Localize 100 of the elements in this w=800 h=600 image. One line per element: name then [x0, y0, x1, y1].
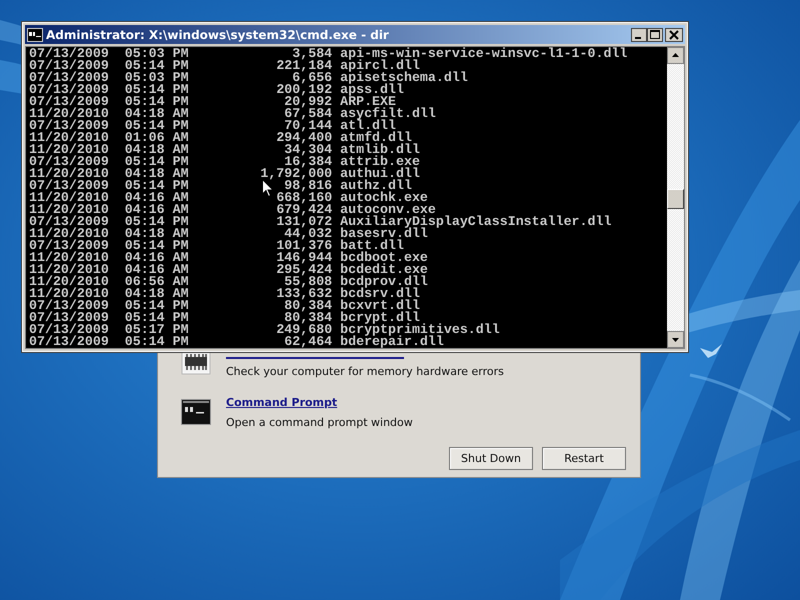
file-date: 07/13/2009	[29, 156, 109, 168]
file-size: 20,992	[284, 94, 332, 109]
file-date: 07/13/2009	[29, 216, 109, 228]
file-date: 07/13/2009	[29, 300, 109, 312]
file-time: 04:16 AM	[124, 192, 189, 204]
close-button[interactable]	[665, 28, 683, 42]
file-time: 05:03 PM	[124, 48, 189, 60]
dialog-button[interactable]: Restart	[542, 447, 626, 470]
file-time: 05:14 PM	[124, 336, 189, 348]
file-time: 04:18 AM	[124, 288, 189, 300]
file-date: 11/20/2010	[29, 228, 109, 240]
file-size: 221,184	[276, 58, 332, 73]
file-name: autoconv.exe	[340, 204, 436, 216]
file-date: 11/20/2010	[29, 192, 109, 204]
file-name: attrib.exe	[340, 156, 420, 168]
file-name: bcdsrv.dll	[340, 288, 420, 300]
file-size: 62,464	[284, 334, 332, 348]
file-size: 34,304	[284, 142, 332, 157]
file-time: 05:14 PM	[124, 300, 189, 312]
file-name: apisetschema.dll	[340, 72, 468, 84]
console-icon	[27, 28, 43, 42]
file-date: 11/20/2010	[29, 204, 109, 216]
file-date: 07/13/2009	[29, 96, 109, 108]
file-size: 80,384	[284, 298, 332, 313]
file-date: 11/20/2010	[29, 144, 109, 156]
mouse-pointer-icon	[262, 179, 274, 198]
file-name: bcdprov.dll	[340, 276, 428, 288]
window-title: Administrator: X:\windows\system32\cmd.exe - dir	[46, 28, 390, 42]
file-name: apss.dll	[340, 84, 404, 96]
file-name: asycfilt.dll	[340, 108, 436, 120]
file-time: 06:56 AM	[124, 276, 189, 288]
file-name: bcdedit.exe	[340, 264, 428, 276]
file-date: 07/13/2009	[29, 240, 109, 252]
file-name: AuxiliaryDisplayClassInstaller.dll	[340, 216, 612, 228]
command-prompt-icon	[181, 399, 211, 425]
file-date: 11/20/2010	[29, 288, 109, 300]
file-size: 98,816	[284, 178, 332, 193]
file-size: 131,072	[276, 214, 332, 229]
file-date: 11/20/2010	[29, 264, 109, 276]
file-date: 07/13/2009	[29, 312, 109, 324]
file-name: authui.dll	[340, 168, 420, 180]
file-time: 05:14 PM	[124, 312, 189, 324]
file-time: 05:14 PM	[124, 180, 189, 192]
file-time: 05:14 PM	[124, 156, 189, 168]
file-size: 44,032	[284, 226, 332, 241]
file-name: apircl.dll	[340, 60, 420, 72]
scroll-down-button[interactable]	[667, 331, 684, 348]
file-size: 70,144	[284, 118, 332, 133]
file-size: 200,192	[276, 82, 332, 97]
maximize-button[interactable]	[647, 28, 663, 42]
file-time: 04:18 AM	[124, 108, 189, 120]
file-name: basesrv.dll	[340, 228, 428, 240]
file-time: 04:18 AM	[124, 144, 189, 156]
file-name: bderepair.dll	[340, 336, 444, 348]
file-size: 249,680	[276, 322, 332, 337]
minimize-button[interactable]	[631, 28, 647, 42]
file-time: 04:16 AM	[124, 252, 189, 264]
file-date: 11/20/2010	[29, 132, 109, 144]
file-name: atmlib.dll	[340, 144, 420, 156]
file-size: 55,808	[284, 274, 332, 289]
file-size: 80,384	[284, 310, 332, 325]
file-date: 11/20/2010	[29, 276, 109, 288]
file-name: batt.dll	[340, 240, 404, 252]
file-size: 146,944	[276, 250, 332, 265]
file-date: 07/13/2009	[29, 48, 109, 60]
file-time: 04:18 AM	[124, 168, 189, 180]
file-date: 11/20/2010	[29, 252, 109, 264]
scroll-thumb[interactable]	[667, 189, 684, 209]
file-date: 07/13/2009	[29, 72, 109, 84]
file-time: 05:14 PM	[124, 84, 189, 96]
file-name: autochk.exe	[340, 192, 428, 204]
file-time: 05:14 PM	[124, 60, 189, 72]
file-time: 05:14 PM	[124, 120, 189, 132]
file-name: bcryptprimitives.dll	[340, 324, 500, 336]
scroll-up-button[interactable]	[667, 47, 684, 64]
file-size: 16,384	[284, 154, 332, 169]
scrollbar[interactable]	[667, 47, 684, 348]
tool-link[interactable]: Command Prompt	[226, 396, 338, 410]
file-size: 294,400	[276, 130, 332, 145]
file-size: 101,376	[276, 238, 332, 253]
file-size: 6,656	[292, 70, 332, 85]
file-size: 67,584	[284, 106, 332, 121]
file-size: 3,584	[292, 47, 332, 61]
file-name: ARP.EXE	[340, 96, 396, 108]
file-size: 133,632	[276, 286, 332, 301]
file-time: 04:16 AM	[124, 204, 189, 216]
file-name: atmfd.dll	[340, 132, 412, 144]
tool-description: Open a command prompt window	[226, 416, 413, 430]
file-date: 07/13/2009	[29, 120, 109, 132]
file-time: 05:03 PM	[124, 72, 189, 84]
tool-description: Check your computer for memory hardware errors	[226, 365, 504, 379]
file-name: bcrypt.dll	[340, 312, 420, 324]
file-date: 07/13/2009	[29, 180, 109, 192]
file-date: 11/20/2010	[29, 108, 109, 120]
file-time: 01:06 AM	[124, 132, 189, 144]
file-time: 05:17 PM	[124, 324, 189, 336]
dialog-button[interactable]: Shut Down	[449, 447, 533, 470]
file-name: bcxvrt.dll	[340, 300, 420, 312]
file-time: 05:14 PM	[124, 240, 189, 252]
file-size: 668,160	[276, 190, 332, 205]
